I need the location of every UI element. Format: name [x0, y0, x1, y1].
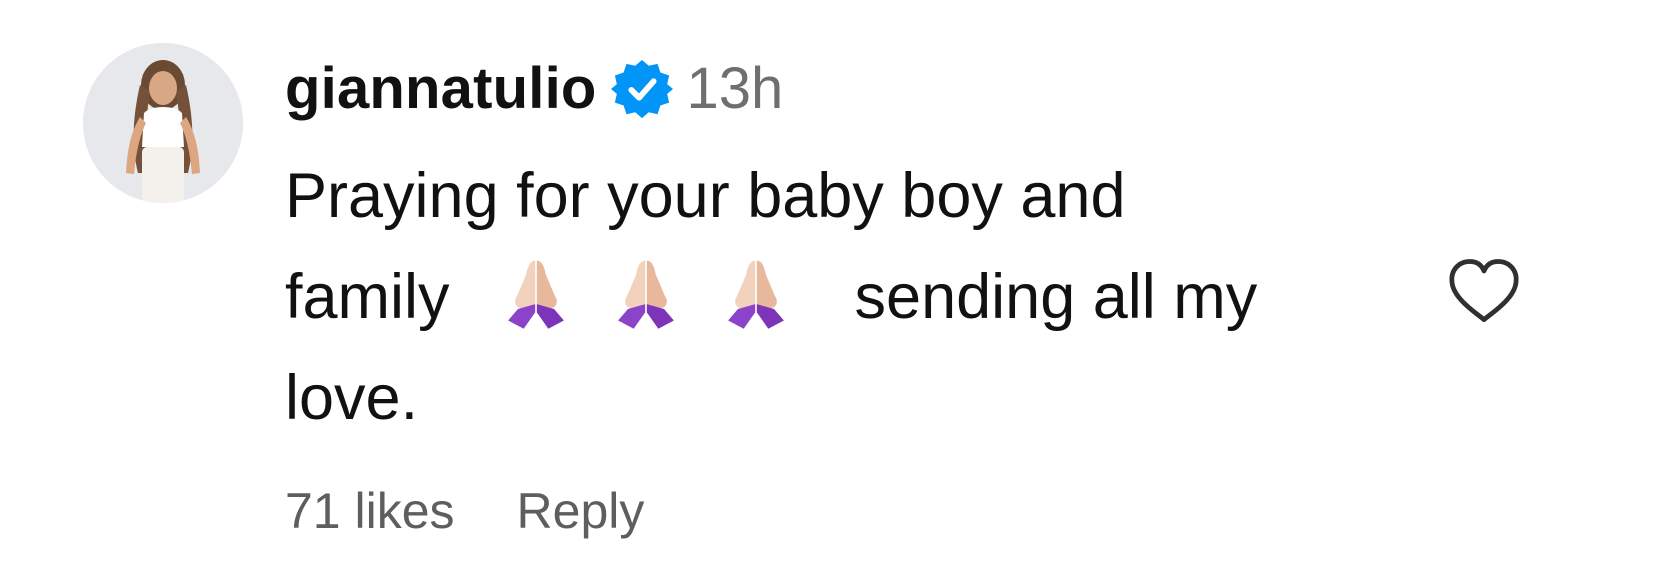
folded-hands-emoji: [605, 250, 687, 332]
comment-line-1: Praying for your baby boy and: [285, 161, 1126, 231]
username[interactable]: giannatulio: [285, 60, 597, 118]
comment-header: giannatulio 13h: [285, 54, 783, 124]
comment-text: Praying for your baby boy and family sen…: [285, 146, 1405, 449]
avatar[interactable]: [83, 43, 243, 203]
avatar-image: [83, 43, 243, 203]
reply-button[interactable]: Reply: [517, 486, 645, 536]
timestamp: 13h: [686, 56, 784, 121]
verified-badge-icon: [610, 58, 673, 120]
comment-line-2: family sending all my: [285, 247, 1405, 348]
folded-hands-emoji: [715, 250, 797, 332]
likes-count[interactable]: 71 likes: [285, 486, 455, 536]
comment-word-family: family: [285, 262, 450, 332]
comment-line-2-end: sending all my: [854, 262, 1258, 332]
heart-outline-icon[interactable]: [1446, 255, 1522, 325]
folded-hands-emoji: [495, 250, 577, 332]
comment-line-3: love.: [285, 363, 419, 433]
comment-actions: 71 likes Reply: [285, 486, 644, 536]
